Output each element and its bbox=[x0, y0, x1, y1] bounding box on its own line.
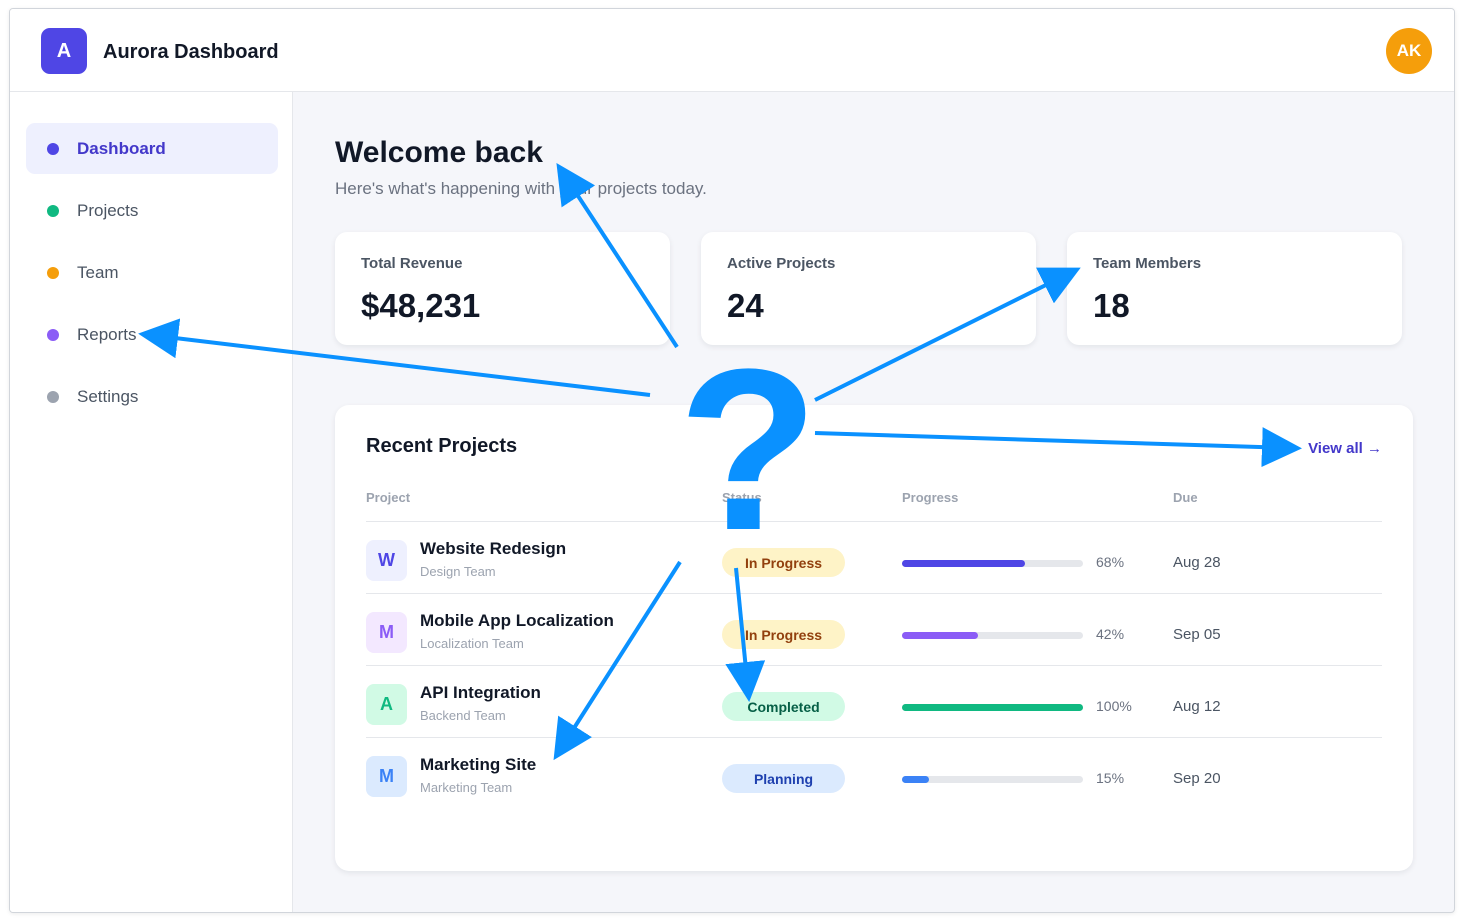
project-initial-badge: A bbox=[366, 684, 407, 725]
project-team: Backend Team bbox=[420, 708, 506, 723]
progress-bar-fill bbox=[902, 632, 979, 639]
sidebar-item-projects[interactable]: Projects bbox=[26, 185, 278, 236]
stat-label: Team Members bbox=[1093, 255, 1202, 272]
projects-dot-icon bbox=[47, 204, 59, 217]
sidebar-item-label: Projects bbox=[77, 200, 139, 220]
column-header-due: Due bbox=[1173, 490, 1198, 505]
project-team: Marketing Team bbox=[420, 780, 513, 795]
due-date: Aug 12 bbox=[1173, 698, 1221, 715]
progress-bar bbox=[902, 776, 1083, 783]
status-badge: Planning bbox=[722, 764, 845, 793]
stat-label: Active Projects bbox=[727, 255, 836, 272]
due-date: Sep 20 bbox=[1173, 770, 1221, 787]
reports-dot-icon bbox=[47, 328, 59, 341]
sidebar-item-dashboard[interactable]: Dashboard bbox=[26, 123, 278, 174]
sidebar-item-label: Dashboard bbox=[77, 138, 166, 158]
stat-card-team-members: Team Members 18 bbox=[1067, 232, 1402, 345]
stat-value: $48,231 bbox=[361, 287, 481, 324]
due-date: Sep 05 bbox=[1173, 626, 1221, 643]
progress-bar-fill bbox=[902, 776, 930, 783]
page-title: Welcome back bbox=[335, 136, 543, 169]
project-initial-badge: M bbox=[366, 756, 407, 797]
progress-bar bbox=[902, 560, 1083, 567]
team-dot-icon bbox=[47, 266, 59, 279]
column-header-project: Project bbox=[366, 490, 411, 505]
progress-bar bbox=[902, 704, 1083, 711]
progress-percent: 68% bbox=[1096, 554, 1125, 570]
view-all-link[interactable]: View all → bbox=[1308, 440, 1382, 457]
status-badge: In Progress bbox=[722, 620, 845, 649]
table-row[interactable]: A API Integration Backend Team Completed… bbox=[366, 666, 1382, 738]
column-header-status: Status bbox=[722, 490, 762, 505]
settings-dot-icon bbox=[47, 390, 59, 403]
app-window: A Aurora Dashboard AK Dashboard Projects… bbox=[9, 8, 1455, 913]
stat-value: 18 bbox=[1093, 287, 1130, 324]
progress-bar-fill bbox=[902, 704, 1083, 711]
section-title: Recent Projects bbox=[366, 435, 518, 457]
stat-label: Total Revenue bbox=[361, 255, 463, 272]
progress-bar bbox=[902, 632, 1083, 639]
due-date: Aug 28 bbox=[1173, 554, 1221, 571]
table-row[interactable]: M Marketing Site Marketing Team Planning… bbox=[366, 738, 1382, 810]
project-name: Mobile App Localization bbox=[420, 611, 614, 630]
project-team: Localization Team bbox=[420, 636, 524, 651]
sidebar: Dashboard Projects Team Reports Settings bbox=[10, 92, 293, 912]
project-name: Website Redesign bbox=[420, 539, 567, 558]
project-team: Design Team bbox=[420, 564, 496, 579]
stat-card-revenue: Total Revenue $48,231 bbox=[335, 232, 670, 345]
app-title: Aurora Dashboard bbox=[103, 41, 279, 63]
progress-percent: 100% bbox=[1096, 698, 1132, 714]
sidebar-item-label: Settings bbox=[77, 386, 139, 406]
recent-projects-card: Recent Projects View all → Project Statu… bbox=[335, 405, 1413, 871]
progress-percent: 42% bbox=[1096, 626, 1125, 642]
project-name: API Integration bbox=[420, 683, 541, 702]
progress-bar-fill bbox=[902, 560, 1026, 567]
sidebar-item-reports[interactable]: Reports bbox=[26, 309, 278, 360]
stat-value: 24 bbox=[727, 287, 764, 324]
top-bar: A Aurora Dashboard AK bbox=[10, 9, 1454, 92]
sidebar-item-team[interactable]: Team bbox=[26, 247, 278, 298]
progress-percent: 15% bbox=[1096, 770, 1125, 786]
project-name: Marketing Site bbox=[420, 755, 537, 774]
app-logo[interactable]: A bbox=[41, 28, 87, 74]
status-badge: Completed bbox=[722, 692, 845, 721]
project-initial-badge: W bbox=[366, 540, 407, 581]
sidebar-item-label: Reports bbox=[77, 324, 137, 344]
dashboard-dot-icon bbox=[47, 142, 59, 155]
table-row[interactable]: W Website Redesign Design Team In Progre… bbox=[366, 522, 1382, 594]
sidebar-item-label: Team bbox=[77, 262, 119, 282]
sidebar-item-settings[interactable]: Settings bbox=[26, 371, 278, 422]
status-badge: In Progress bbox=[722, 548, 845, 577]
project-initial-badge: M bbox=[366, 612, 407, 653]
column-header-progress: Progress bbox=[902, 490, 959, 505]
table-row[interactable]: M Mobile App Localization Localization T… bbox=[366, 594, 1382, 666]
stat-card-active-projects: Active Projects 24 bbox=[701, 232, 1036, 345]
user-avatar[interactable]: AK bbox=[1386, 28, 1432, 74]
page-subtitle: Here's what's happening with your projec… bbox=[335, 179, 707, 198]
